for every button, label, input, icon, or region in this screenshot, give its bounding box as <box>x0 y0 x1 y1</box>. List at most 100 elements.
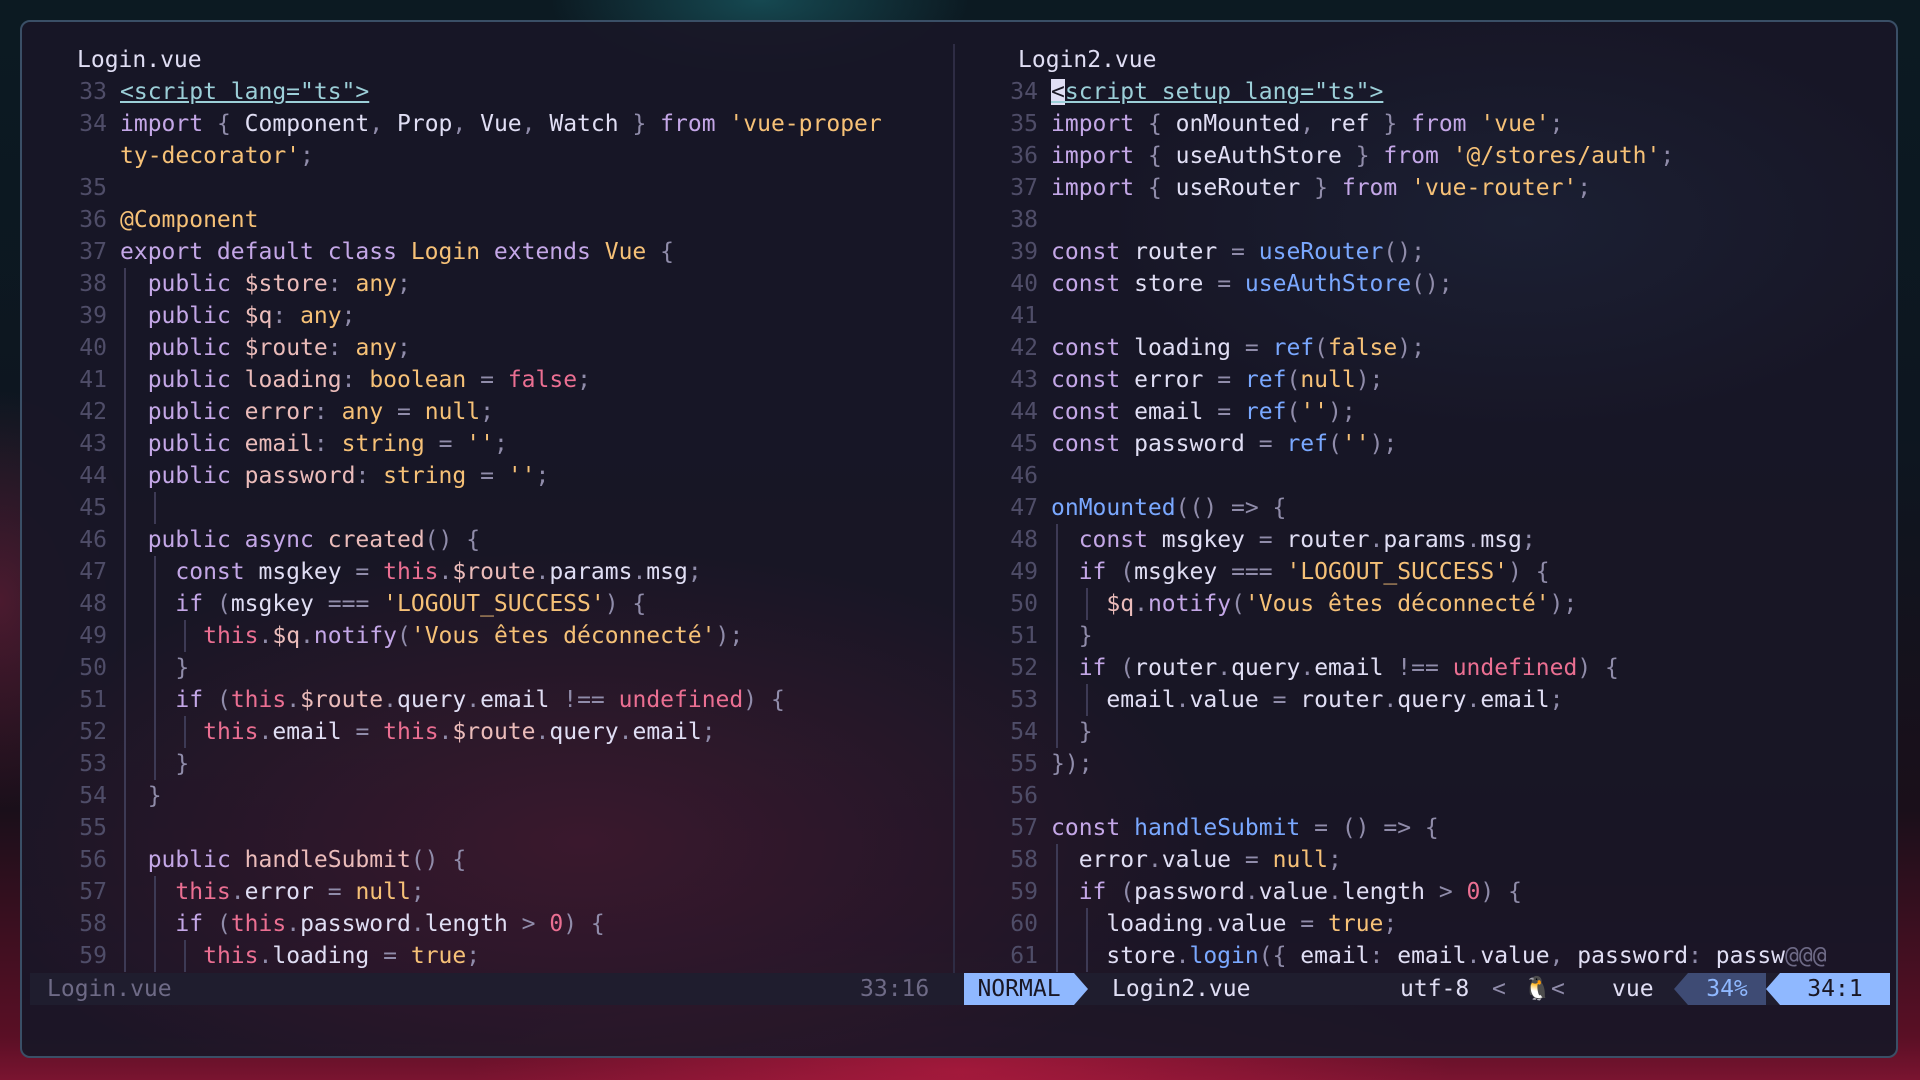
code-line[interactable]: 47 onMounted(() => { <box>954 492 1896 524</box>
code-text: }); <box>1051 751 1093 777</box>
code-line[interactable]: 45 const password = ref(''); <box>954 428 1896 460</box>
line-number: 38 <box>1010 207 1038 233</box>
code-line[interactable]: 37 import { useRouter } from 'vue-router'… <box>954 172 1896 204</box>
code-line[interactable]: 59 this.loading = true; <box>22 940 954 972</box>
line-number: 56 <box>1010 783 1038 809</box>
code-line[interactable]: 38 <box>954 204 1896 236</box>
code-line[interactable]: 46 <box>954 460 1896 492</box>
code-line[interactable]: 55}); <box>954 748 1896 780</box>
code-line[interactable]: 35 <box>22 172 954 204</box>
code-line[interactable]: 44 public password: string = ''; <box>22 460 954 492</box>
code-line[interactable]: 48 const msgkey = router.params.msg; <box>954 524 1896 556</box>
code-text: public $route: any; <box>147 335 411 361</box>
code-line[interactable]: 38 public $store: any; <box>22 268 954 300</box>
code-line[interactable]: 42 public error: any = null; <box>22 396 954 428</box>
powerline-separator-icon: < <box>1551 976 1565 1002</box>
powerline-separator-icon: < <box>1492 976 1506 1002</box>
code-line[interactable]: 52 if (router.query.email !== undefined)… <box>954 652 1896 684</box>
code-line[interactable]: 40 public $route: any; <box>22 332 954 364</box>
code-line[interactable]: 53 email.value = router.query.email; <box>954 684 1896 716</box>
code-line[interactable]: 57 this.error = null; <box>22 876 954 908</box>
code-line[interactable]: 41 <box>954 300 1896 332</box>
line-number: 43 <box>1010 367 1038 393</box>
line-number: 49 <box>1010 559 1038 585</box>
code-line[interactable]: 35 import { onMounted, ref } from 'vue'; <box>954 108 1896 140</box>
code-line-wrap[interactable]: ty-decorator'; <box>22 140 954 172</box>
code-line[interactable]: 43 public email: string = ''; <box>22 428 954 460</box>
code-line[interactable]: 41 public loading: boolean = false; <box>22 364 954 396</box>
line-number: 55 <box>79 815 107 841</box>
code-line[interactable]: 34 import { Component, Prop, Vue, Watch }… <box>22 108 954 140</box>
code-line[interactable]: 48 if (msgkey === 'LOGOUT_SUCCESS') { <box>22 588 954 620</box>
code-text: email.value = router.query.email; <box>1051 687 1564 713</box>
code-line[interactable]: 58 error.value = null; <box>954 844 1896 876</box>
editor-pane-left[interactable]: Login.vue 33 <script lang="ts"> 34 import … <box>22 44 954 972</box>
code-line[interactable]: 39 public $q: any; <box>22 300 954 332</box>
code-line[interactable]: 51 if (this.$route.query.email !== undef… <box>22 684 954 716</box>
code-line[interactable]: 33 <script lang="ts"> <box>22 76 954 108</box>
code-text: public email: string = ''; <box>147 431 508 457</box>
code-line[interactable]: 34 <script setup lang="ts"> <box>954 76 1896 108</box>
line-number: 60 <box>1010 911 1038 937</box>
line-number: 34 <box>1010 79 1038 105</box>
active-file-name: Login2.vue <box>1112 976 1251 1002</box>
code-line[interactable]: 56 <box>954 780 1896 812</box>
code-text: import { useAuthStore } from '@/stores/a… <box>1051 143 1675 169</box>
powerline-arrow-icon <box>1766 973 1780 1005</box>
code-line[interactable]: 39 const router = useRouter(); <box>954 236 1896 268</box>
line-number: 51 <box>1010 623 1038 649</box>
code-text: this.loading = true; <box>203 943 481 969</box>
code-line[interactable]: 36 @Component <box>22 204 954 236</box>
code-line[interactable]: 54 } <box>22 780 954 812</box>
line-number: 58 <box>79 911 107 937</box>
code-line[interactable]: 46 public async created() { <box>22 524 954 556</box>
code-line[interactable]: 42 const loading = ref(false); <box>954 332 1896 364</box>
line-number: 39 <box>79 303 107 329</box>
code-text: const msgkey = this.$route.params.msg; <box>175 559 702 585</box>
code-line[interactable]: 52 this.email = this.$route.query.email; <box>22 716 954 748</box>
code-text: public error: any = null; <box>147 399 494 425</box>
powerline-arrow-icon <box>1074 973 1088 1005</box>
line-number: 47 <box>79 559 107 585</box>
code-line[interactable]: 50 $q.notify('Vous êtes déconnecté'); <box>954 588 1896 620</box>
code-line[interactable]: 59 if (password.value.length > 0) { <box>954 876 1896 908</box>
line-number: 49 <box>79 623 107 649</box>
code-line[interactable]: 36 import { useAuthStore } from '@/stores… <box>954 140 1896 172</box>
terminal-window[interactable]: Login.vue 33 <script lang="ts"> 34 import … <box>20 20 1898 1058</box>
code-line[interactable]: 43 const error = ref(null); <box>954 364 1896 396</box>
line-number: 61 <box>1010 943 1038 969</box>
code-line[interactable]: 55 <box>22 812 954 844</box>
code-line[interactable]: 49 this.$q.notify('Vous êtes déconnecté'… <box>22 620 954 652</box>
code-text: if (this.password.length > 0) { <box>175 911 605 937</box>
scroll-percent: 34% <box>1688 973 1766 1005</box>
line-number: 40 <box>79 335 107 361</box>
code-line[interactable]: 61 store.login({ email: email.value, pas… <box>954 940 1896 972</box>
code-line[interactable]: 56 public handleSubmit() { <box>22 844 954 876</box>
code-line[interactable]: 49 if (msgkey === 'LOGOUT_SUCCESS') { <box>954 556 1896 588</box>
line-number: 48 <box>1010 527 1038 553</box>
code-line[interactable]: 58 if (this.password.length > 0) { <box>22 908 954 940</box>
code-line[interactable]: 50 } <box>22 652 954 684</box>
line-number: 41 <box>1010 303 1038 329</box>
code-line[interactable]: 44 const email = ref(''); <box>954 396 1896 428</box>
code-line[interactable]: 60 loading.value = true; <box>954 908 1896 940</box>
editor-pane-right[interactable]: Login2.vue 34 <script setup lang="ts"> 35… <box>954 44 1896 972</box>
vim-mode-indicator: NORMAL <box>964 973 1074 1005</box>
code-line[interactable]: 37 export default class Login extends Vue… <box>22 236 954 268</box>
line-number: 40 <box>1010 271 1038 297</box>
line-number: 53 <box>1010 687 1038 713</box>
code-text: if (msgkey === 'LOGOUT_SUCCESS') { <box>1078 559 1550 585</box>
line-number: 59 <box>1010 879 1038 905</box>
code-line[interactable]: 57 const handleSubmit = () => { <box>954 812 1896 844</box>
code-line[interactable]: 51 } <box>954 620 1896 652</box>
code-text: this.$q.notify('Vous êtes déconnecté'); <box>203 623 744 649</box>
file-type: vue <box>1612 976 1654 1002</box>
code-line[interactable]: 54 } <box>954 716 1896 748</box>
code-line[interactable]: 40 const store = useAuthStore(); <box>954 268 1896 300</box>
code-line[interactable]: 47 const msgkey = this.$route.params.msg… <box>22 556 954 588</box>
code-line[interactable]: 53 } <box>22 748 954 780</box>
code-text: const store = useAuthStore(); <box>1051 271 1453 297</box>
code-text: const router = useRouter(); <box>1051 239 1425 265</box>
code-line[interactable]: 45 <box>22 492 954 524</box>
code-text: const error = ref(null); <box>1051 367 1384 393</box>
